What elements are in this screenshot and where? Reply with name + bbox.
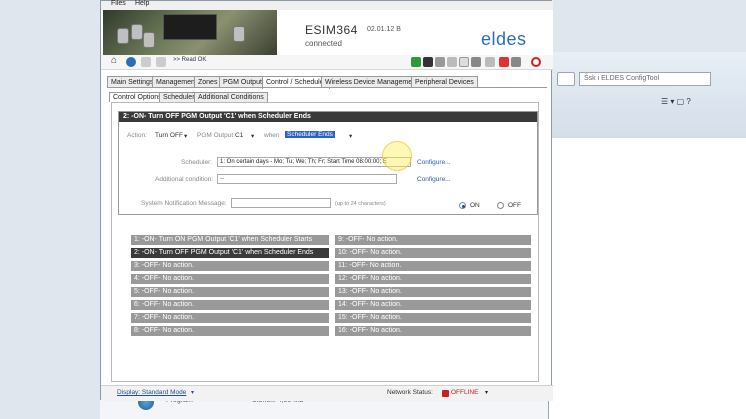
subtab-control-options[interactable]: Control Options (109, 92, 166, 102)
device-model: ESIM364 (305, 23, 358, 37)
cursor-highlight (382, 141, 412, 171)
notify-on-radio[interactable] (459, 202, 466, 209)
connection-status: connected (305, 39, 342, 48)
additional-condition-label: Additional condition: (155, 176, 214, 183)
subtab-scheduler[interactable]: Scheduler (159, 92, 199, 102)
notification-label: System Notification Message: (141, 200, 227, 207)
main-toolbar: ⌂ (101, 55, 553, 70)
info-icon[interactable] (126, 57, 136, 67)
chevron-down-icon[interactable]: ▾ (485, 389, 488, 396)
chevron-down-icon[interactable]: ▾ (191, 389, 194, 396)
board-capacitor (233, 26, 245, 42)
rule-row[interactable]: 4: -OFF- No action. (131, 274, 329, 284)
home-icon[interactable]: ⌂ (111, 55, 121, 66)
save-icon[interactable] (423, 57, 433, 67)
rule-row[interactable]: 9: -OFF- No action. (335, 235, 531, 245)
network-status-value: OFFLINE (451, 389, 479, 396)
rule-row[interactable]: 11: -OFF- No action. (335, 261, 531, 271)
rule-row[interactable]: 15: -OFF- No action. (335, 313, 531, 323)
delete-icon[interactable] (499, 57, 509, 67)
menu-bar: Files Help (101, 0, 553, 10)
document-icon[interactable] (459, 57, 469, 67)
rule-row[interactable]: 1: -ON- Turn ON PGM Output 'C1' when Sch… (131, 235, 329, 245)
menu-files[interactable]: Files (111, 0, 126, 7)
monitor-icon[interactable] (471, 57, 481, 67)
read-status: >> Read OK (173, 57, 207, 63)
rule-row[interactable]: 14: -OFF- No action. (335, 300, 531, 310)
additional-condition-select[interactable]: -- (217, 174, 397, 184)
board-capacitor (131, 24, 143, 40)
rule-row[interactable]: 2: -ON- Turn OFF PGM Output 'C1' when Sc… (131, 248, 329, 258)
write-icon[interactable] (411, 57, 421, 67)
display-mode-link[interactable]: Display: Standard Mode (117, 389, 186, 396)
eldes-logo: eldes (481, 29, 527, 49)
explorer-nav-icon[interactable] (557, 72, 575, 86)
notify-off-label: OFF (508, 202, 521, 209)
output-select[interactable]: C1 (235, 132, 243, 139)
when-select[interactable]: Scheduler Ends (285, 131, 335, 138)
rule-row[interactable]: 3: -OFF- No action. (131, 261, 329, 271)
device-header: ESIM364 02.01.12 B connected eldes (101, 10, 553, 55)
board-capacitor (117, 28, 129, 44)
connect-icon[interactable] (141, 57, 151, 67)
firmware-icon[interactable] (511, 57, 521, 67)
board-chip (163, 14, 217, 40)
status-bar: Display: Standard Mode ▾ Network Status:… (101, 385, 553, 401)
notification-input[interactable] (231, 198, 331, 208)
notify-off-radio[interactable] (497, 202, 504, 209)
open-icon[interactable] (435, 57, 445, 67)
notification-hint: (up to 24 characters) (335, 201, 386, 207)
rule-editor: 2: -ON- Turn OFF PGM Output 'C1' when Sc… (118, 111, 538, 215)
network-status-label: Network Status: (387, 389, 433, 396)
rule-row[interactable]: 13: -OFF- No action. (335, 287, 531, 297)
rule-row[interactable]: 6: -OFF- No action. (131, 300, 329, 310)
condition-configure-link[interactable]: Configure... (417, 176, 451, 183)
dropdown-arrow-icon[interactable]: ▾ (349, 132, 352, 140)
dropdown-arrow-icon[interactable]: ▾ (184, 132, 187, 140)
stop-icon[interactable] (531, 57, 541, 67)
rule-row[interactable]: 10: -OFF- No action. (335, 248, 531, 258)
rule-title: 2: -ON- Turn OFF PGM Output 'C1' when Sc… (119, 112, 537, 122)
tab-divider (107, 87, 547, 88)
scheduler-label: Scheduler: (181, 159, 213, 166)
explorer-search-input[interactable]: Šsk i ELDES ConfigTool (579, 72, 711, 86)
subtab-additional-conditions[interactable]: Additional Conditions (194, 92, 268, 102)
dropdown-arrow-icon[interactable]: ▾ (251, 132, 254, 140)
firmware-version: 02.01.12 B (367, 26, 401, 33)
rule-row[interactable]: 5: -OFF- No action. (131, 287, 329, 297)
rule-row[interactable]: 8: -OFF- No action. (131, 326, 329, 336)
rule-row[interactable]: 12: -OFF- No action. (335, 274, 531, 284)
rule-row[interactable]: 16: -OFF- No action. (335, 326, 531, 336)
background-explorer-window: Šsk i ELDES ConfigTool ☰ ▾ ▢ ? (548, 52, 746, 419)
board-capacitor (143, 32, 155, 48)
explorer-view-buttons[interactable]: ☰ ▾ ▢ ? (661, 97, 741, 111)
log-icon[interactable] (485, 57, 495, 67)
refresh-icon[interactable] (447, 57, 457, 67)
eldes-configtool-window: Files Help ESIM364 02.01.12 B connected … (100, 0, 553, 401)
notify-on-label: ON (470, 202, 480, 209)
rule-row[interactable]: 7: -OFF- No action. (131, 313, 329, 323)
action-label: Action: (127, 132, 147, 139)
network-offline-icon (442, 390, 449, 397)
when-label: when (264, 132, 280, 139)
device-board-image (103, 10, 277, 55)
menu-help[interactable]: Help (135, 0, 149, 7)
explorer-toolbar (549, 52, 746, 138)
scheduler-configure-link[interactable]: Configure... (417, 159, 451, 166)
disconnect-icon[interactable] (156, 57, 166, 67)
action-select[interactable]: Turn OFF (155, 132, 183, 139)
output-label: PGM Output (197, 132, 234, 139)
